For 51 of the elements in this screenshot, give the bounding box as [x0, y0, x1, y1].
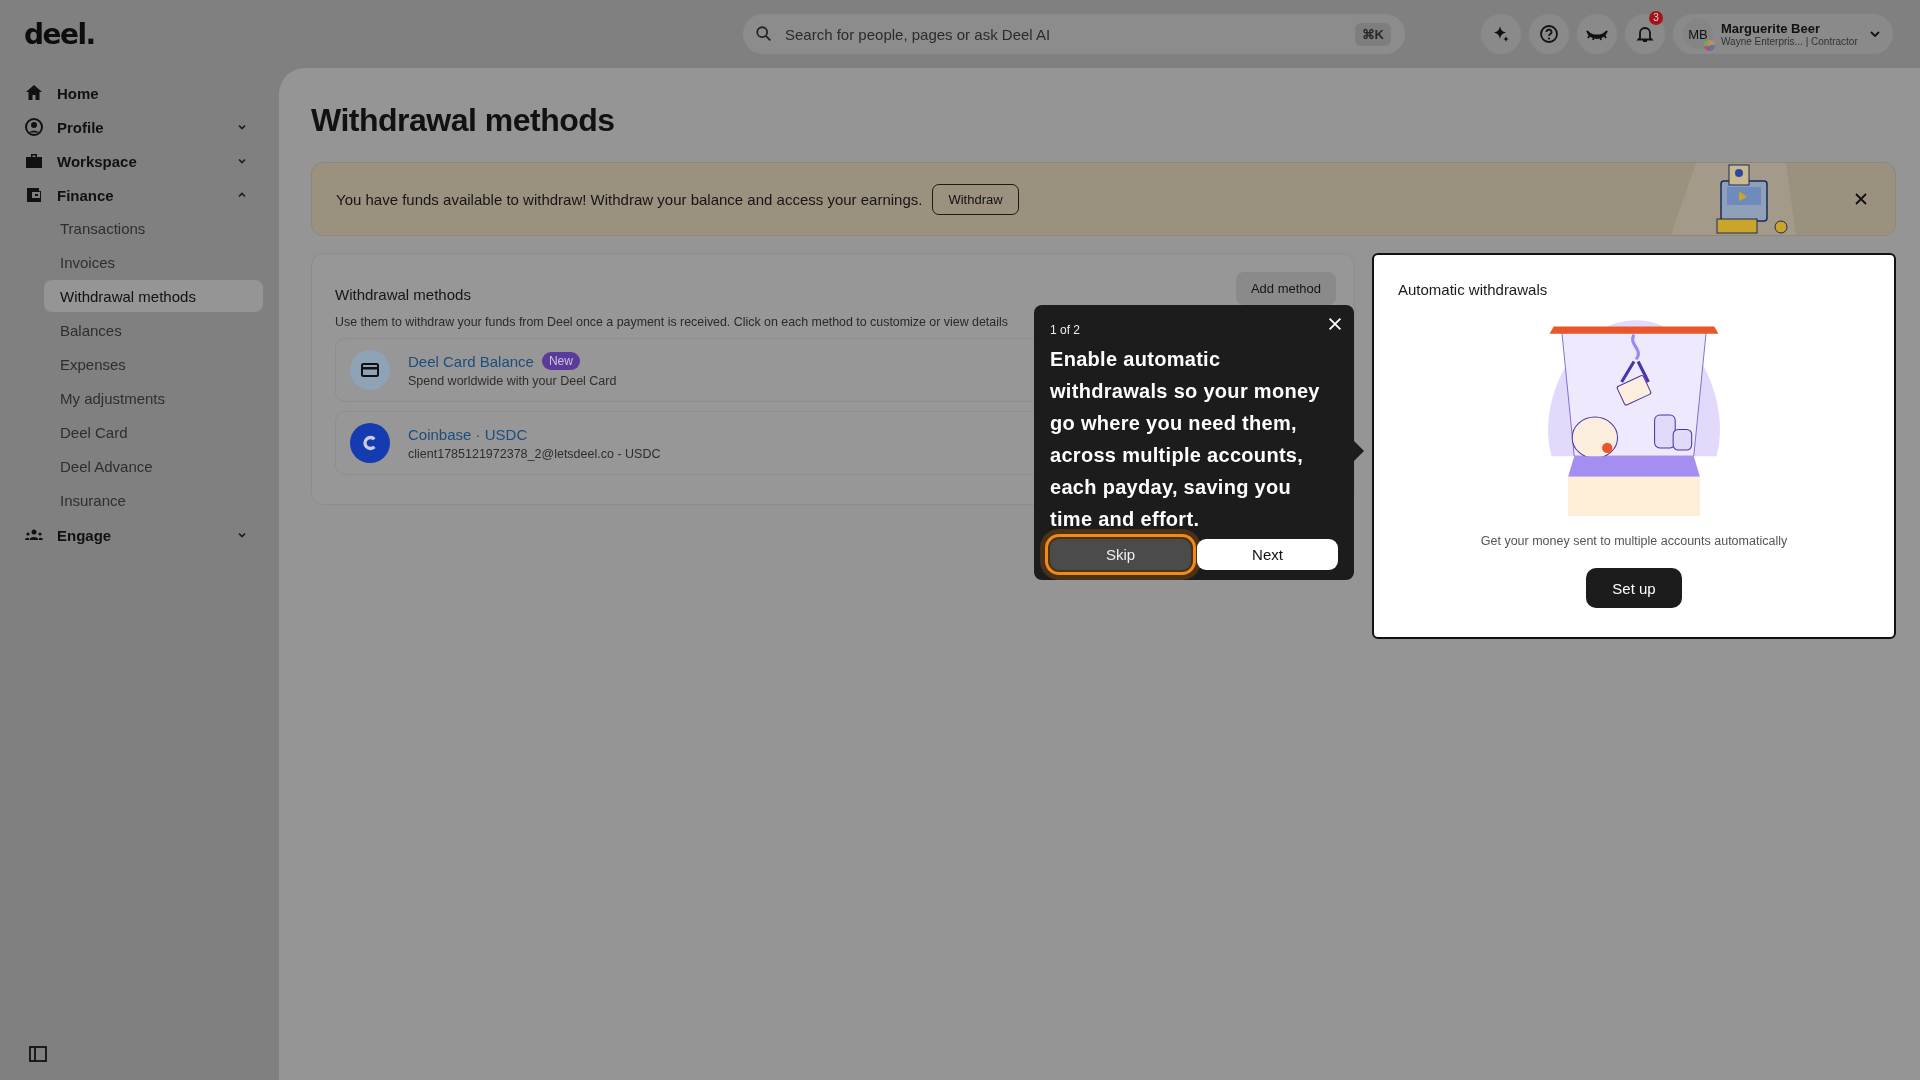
bell-icon: [1635, 24, 1655, 44]
notification-count: 3: [1649, 11, 1663, 25]
add-method-button[interactable]: Add method: [1235, 272, 1336, 305]
card-caption: Get your money sent to multiple accounts automatically: [1480, 534, 1788, 548]
sidebar-subitem[interactable]: Balances: [44, 314, 263, 346]
account-menu[interactable]: MB Marguerite Beer Wayne Enterpris... | Contractor: [1673, 14, 1893, 54]
sidebar-subitem[interactable]: Withdrawal methods: [44, 280, 263, 312]
sidebar-item[interactable]: Workspace: [24, 144, 256, 178]
help-button[interactable]: [1529, 14, 1569, 54]
shortcut-hint: ⌘K: [1354, 23, 1391, 46]
page-title: Withdrawal methods: [311, 101, 616, 140]
close-icon[interactable]: [1326, 315, 1344, 333]
card-title: Automatic withdrawals: [1398, 281, 1548, 298]
method-name[interactable]: Deel Card Balance: [408, 352, 534, 370]
set-up-button[interactable]: Set up: [1586, 568, 1682, 608]
sidebar-item[interactable]: Home: [24, 76, 256, 110]
method-name[interactable]: Coinbase · USDC: [408, 425, 528, 443]
sparkle-button[interactable]: [1481, 14, 1521, 54]
banner-text: You have funds available to withdraw! Withdraw your balance and access your earnings.: [336, 190, 923, 208]
next-button[interactable]: Next: [1197, 539, 1338, 570]
notifications-button[interactable]: 3: [1625, 14, 1665, 54]
step-counter: 1 of 2: [1050, 323, 1082, 337]
sidebar-subitem[interactable]: Invoices: [44, 246, 263, 278]
sidebar-toggle-icon[interactable]: [28, 1044, 48, 1064]
sidebar-subitem[interactable]: Deel Card: [44, 416, 263, 448]
card-title: Withdrawal methods: [335, 286, 471, 303]
sidebar-item[interactable]: Engage: [24, 518, 256, 552]
sidebar-subitem[interactable]: Insurance: [44, 484, 263, 516]
user-avatar: MB: [1683, 19, 1713, 49]
briefcase-icon: [24, 151, 44, 171]
sidebar-subitem[interactable]: Expenses: [44, 348, 263, 380]
hide-eye-button[interactable]: [1577, 14, 1617, 54]
method-detail: Spend worldwide with your Deel Card: [408, 374, 617, 388]
sidebar-subitem[interactable]: My adjustments: [44, 382, 263, 414]
help-icon: [1539, 24, 1559, 44]
profile-icon: [24, 117, 44, 137]
method-detail: client1785121972378_2@letsdeel.co - USDC: [408, 446, 661, 461]
sidebar-item[interactable]: Finance: [24, 178, 256, 212]
sidebar-subitem[interactable]: Transactions: [44, 212, 263, 244]
chevron-down-icon: [1869, 28, 1881, 40]
sidebar-item[interactable]: Profile: [24, 110, 256, 144]
card-icon: [350, 350, 390, 390]
wallet-icon: [24, 185, 44, 205]
withdraw-button[interactable]: Withdraw: [932, 183, 1019, 215]
card-description: Use them to withdraw your funds from Deel once a payment is received. Click on each method to customize or view details: [335, 315, 1009, 329]
deel-logo[interactable]: deel.: [24, 17, 95, 51]
sidebar-subitem[interactable]: Deel Advance: [44, 450, 263, 482]
new-badge: New: [541, 352, 580, 370]
coin-icon: [350, 423, 390, 463]
home-icon: [24, 83, 44, 103]
search-icon: [755, 25, 773, 43]
